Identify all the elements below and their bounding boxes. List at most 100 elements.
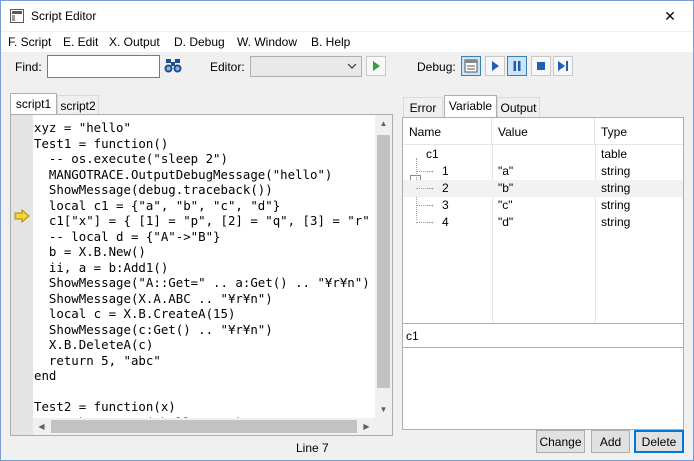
- var-name: 3: [442, 198, 449, 212]
- continue-button[interactable]: [485, 56, 505, 76]
- tree-arrow-icon: →: [426, 182, 435, 192]
- table-row[interactable]: → 3 "c" string: [403, 197, 683, 214]
- variable-pane: Name Value Type c1 table → 1 "a" string: [402, 117, 684, 430]
- pause-icon: [513, 61, 521, 71]
- vertical-scrollbar[interactable]: ▲ ▼: [375, 115, 392, 418]
- code-line[interactable]: ShowMessage(debug.traceback()): [33, 182, 376, 198]
- variable-detail-area[interactable]: [403, 349, 683, 429]
- var-name: 1: [442, 164, 449, 178]
- code-line[interactable]: end: [33, 368, 376, 384]
- current-line-arrow-icon: [14, 209, 30, 223]
- pause-button[interactable]: [507, 56, 527, 76]
- code-line[interactable]: ShowMessage(c:Get() .. "¥r¥n"): [33, 322, 376, 338]
- var-type: table: [601, 147, 628, 161]
- code-line[interactable]: [33, 384, 376, 400]
- tab-script1[interactable]: script1: [10, 93, 57, 115]
- debug-label: Debug:: [417, 60, 456, 74]
- code-editor[interactable]: xyz = "hello" Test1 = function() -- os.ex…: [10, 114, 393, 436]
- window-title: Script Editor: [31, 9, 97, 23]
- code-line[interactable]: ShowMessage(X.A.ABC .. "¥r¥n"): [33, 291, 376, 307]
- debug-window-icon: [464, 59, 478, 73]
- editor-select[interactable]: [250, 56, 362, 77]
- var-name: 2: [442, 181, 449, 195]
- menu-edit[interactable]: E. Edit: [63, 35, 98, 49]
- scroll-up-icon[interactable]: ▲: [375, 115, 392, 132]
- menu-bar: F. Script E. Edit X. Output D. Debug W. …: [1, 32, 693, 52]
- play-icon: [373, 61, 380, 71]
- scroll-down-icon[interactable]: ▼: [375, 401, 392, 418]
- code-line[interactable]: local c1 = {"a", "b", "c", "d"}: [33, 198, 376, 214]
- grid-header: Name Value Type: [403, 118, 683, 145]
- code-line[interactable]: b = X.B.New(): [33, 244, 376, 260]
- app-icon: [10, 9, 24, 23]
- find-input[interactable]: [47, 55, 160, 78]
- table-row[interactable]: → 4 "d" string: [403, 214, 683, 231]
- toolbar: Find: Editor: Debug:: [1, 52, 693, 82]
- selected-variable-name: c1: [406, 329, 419, 343]
- close-icon: ✕: [664, 7, 676, 24]
- menu-help[interactable]: B. Help: [311, 35, 350, 49]
- chevron-down-icon: [347, 63, 357, 69]
- code-line[interactable]: ShowMessage("A::Get=" .. a:Get() .. "¥r¥…: [33, 275, 376, 291]
- code-line[interactable]: return 5, "abc": [33, 353, 376, 369]
- editor-gutter: [11, 115, 33, 435]
- find-button[interactable]: [162, 56, 184, 76]
- tab-error[interactable]: Error: [403, 97, 443, 117]
- var-value: "a": [498, 164, 514, 178]
- code-line[interactable]: X.B.DeleteA(c): [33, 337, 376, 353]
- binoculars-icon: [164, 59, 182, 73]
- scroll-left-icon[interactable]: ◀: [33, 418, 50, 435]
- code-line[interactable]: -- local d = {"A"->"B"}: [33, 229, 376, 245]
- tab-output[interactable]: Output: [497, 97, 540, 117]
- tree-arrow-icon: →: [426, 165, 435, 175]
- scroll-corner: [375, 418, 392, 435]
- step-icon: [558, 61, 568, 71]
- stop-button[interactable]: [531, 56, 551, 76]
- step-button[interactable]: [553, 56, 573, 76]
- table-row[interactable]: → 2 "b" string: [403, 180, 683, 197]
- code-line[interactable]: MANGOTRACE.OutputDebugMessage("hello"): [33, 167, 376, 183]
- change-button[interactable]: Change: [536, 430, 585, 453]
- variable-grid[interactable]: Name Value Type c1 table → 1 "a" string: [403, 118, 683, 323]
- code-line[interactable]: xyz = "hello": [33, 120, 376, 136]
- tab-variable[interactable]: Variable: [444, 95, 497, 117]
- menu-script[interactable]: F. Script: [8, 35, 51, 49]
- code-line[interactable]: local c = X.B.CreateA(15): [33, 306, 376, 322]
- title-bar: Script Editor ✕: [1, 1, 693, 31]
- debug-toggle-button[interactable]: [461, 56, 481, 76]
- close-button[interactable]: ✕: [647, 1, 693, 31]
- code-line[interactable]: -- os.execute("sleep 2"): [33, 151, 376, 167]
- var-name: 4: [442, 215, 449, 229]
- scroll-right-icon[interactable]: ▶: [358, 418, 375, 435]
- editor-label: Editor:: [210, 60, 245, 74]
- run-button[interactable]: [366, 56, 386, 76]
- var-name: c1: [426, 147, 439, 161]
- tree-arrow-icon: →: [426, 199, 435, 209]
- vertical-scroll-thumb[interactable]: [377, 135, 390, 388]
- tree-arrow-icon: →: [426, 216, 435, 226]
- table-row[interactable]: → 1 "a" string: [403, 163, 683, 180]
- horizontal-scrollbar[interactable]: ◀ ▶: [33, 418, 375, 435]
- code-line[interactable]: Test2 = function(x): [33, 399, 376, 415]
- column-header-value[interactable]: Value: [492, 118, 595, 145]
- code-line[interactable]: c1["x"] = { [1] = "p", [2] = "q", [3] = …: [33, 213, 376, 229]
- code-line[interactable]: ii, a = b:Add1(): [33, 260, 376, 276]
- table-row[interactable]: c1 table: [403, 146, 683, 186]
- column-header-type[interactable]: Type: [595, 118, 683, 145]
- var-type: string: [601, 198, 631, 212]
- var-value: "c": [498, 198, 513, 212]
- code-area[interactable]: xyz = "hello" Test1 = function() -- os.ex…: [33, 120, 376, 418]
- horizontal-scroll-thumb[interactable]: [51, 420, 357, 433]
- column-header-name[interactable]: Name: [403, 118, 492, 145]
- tab-script2[interactable]: script2: [57, 95, 99, 115]
- line-indicator: Line 7: [296, 441, 329, 455]
- menu-output[interactable]: X. Output: [109, 35, 160, 49]
- menu-debug[interactable]: D. Debug: [174, 35, 225, 49]
- add-button[interactable]: Add: [591, 430, 630, 453]
- selected-variable-bar: c1: [403, 323, 683, 348]
- var-type: string: [601, 164, 631, 178]
- menu-window[interactable]: W. Window: [237, 35, 297, 49]
- play-icon: [492, 61, 499, 71]
- delete-button[interactable]: Delete: [634, 430, 684, 453]
- code-line[interactable]: Test1 = function(): [33, 136, 376, 152]
